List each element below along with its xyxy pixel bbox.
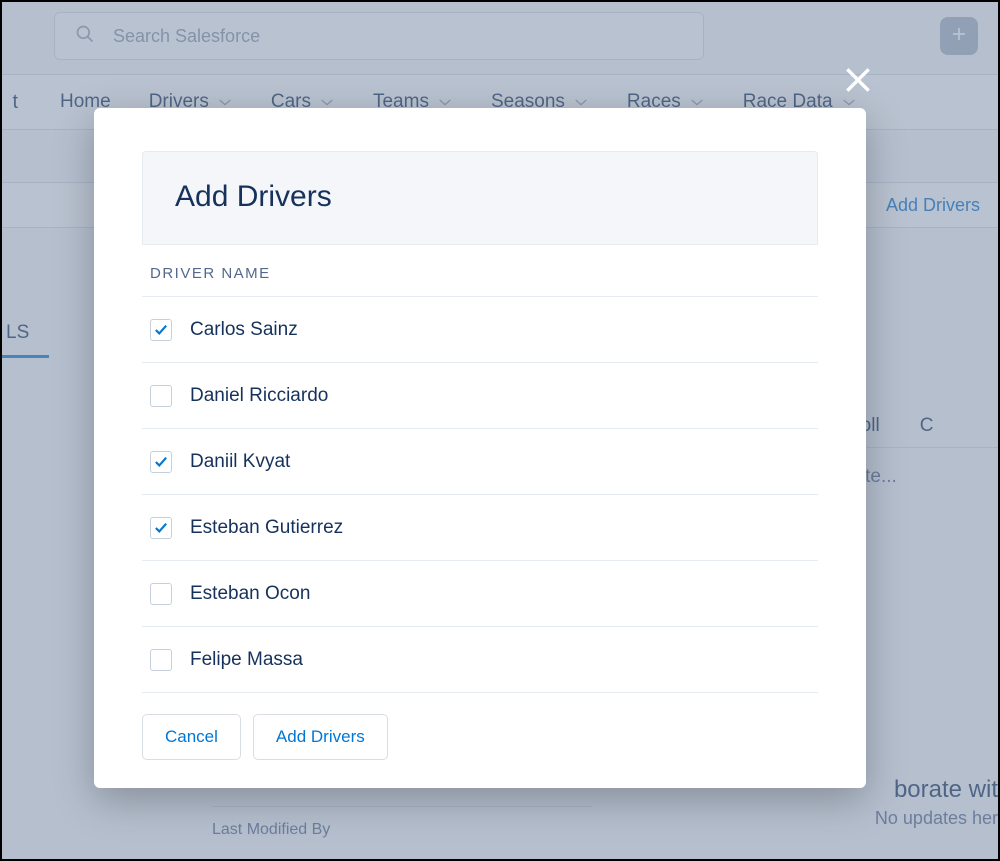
driver-name-label: Esteban Ocon (190, 583, 310, 605)
driver-checkbox[interactable] (150, 649, 172, 671)
driver-checkbox[interactable] (150, 319, 172, 341)
driver-row[interactable]: Daniel Ricciardo (142, 363, 818, 429)
close-icon (842, 64, 874, 101)
modal-body: DRIVER NAME Carlos Sainz Daniel Ricciardo… (142, 244, 818, 702)
driver-name-label: Carlos Sainz (190, 319, 298, 341)
modal-header: Add Drivers (94, 108, 866, 244)
close-modal-button[interactable] (838, 62, 878, 102)
driver-checkbox[interactable] (150, 517, 172, 539)
driver-checkbox[interactable] (150, 583, 172, 605)
driver-checkbox[interactable] (150, 385, 172, 407)
column-header-driver-name: DRIVER NAME (142, 245, 818, 297)
modal-footer: Cancel Add Drivers (94, 702, 866, 788)
modal-title: Add Drivers (142, 151, 818, 244)
driver-name-label: Felipe Massa (190, 649, 303, 671)
driver-row[interactable]: Esteban Gutierrez (142, 495, 818, 561)
driver-row[interactable]: Carlos Sainz (142, 297, 818, 363)
driver-row[interactable]: Daniil Kvyat (142, 429, 818, 495)
add-drivers-modal: Add Drivers DRIVER NAME Carlos Sainz Dani… (94, 108, 866, 788)
driver-name-label: Daniel Ricciardo (190, 385, 328, 407)
cancel-button[interactable]: Cancel (142, 714, 241, 760)
driver-name-label: Daniil Kvyat (190, 451, 290, 473)
driver-name-label: Esteban Gutierrez (190, 517, 343, 539)
driver-checkbox[interactable] (150, 451, 172, 473)
driver-row[interactable]: Esteban Ocon (142, 561, 818, 627)
driver-row[interactable]: Felipe Massa (142, 627, 818, 693)
add-drivers-button[interactable]: Add Drivers (253, 714, 388, 760)
